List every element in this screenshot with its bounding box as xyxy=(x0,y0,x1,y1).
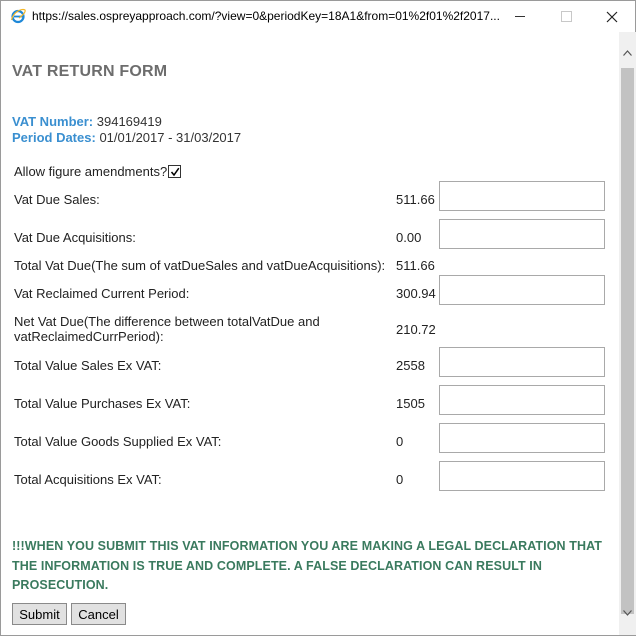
total-vat-due-label: Total Vat Due(The sum of vatDueSales and… xyxy=(14,258,386,273)
vat-due-sales-value: 511.66 xyxy=(396,192,435,207)
maximize-icon xyxy=(560,11,572,22)
window-url: https://sales.ospreyapproach.com/?view=0… xyxy=(32,9,500,23)
total-sales-ex-vat-label: Total Value Sales Ex VAT: xyxy=(14,358,162,373)
total-vat-due-value: 511.66 xyxy=(396,258,435,273)
checkmark-icon xyxy=(170,167,180,176)
total-goods-supplied-input[interactable] xyxy=(439,423,605,453)
vat-number-row: VAT Number: 394169419 xyxy=(12,114,162,129)
cancel-button[interactable]: Cancel xyxy=(71,603,126,625)
vat-due-acquisitions-value: 0.00 xyxy=(396,230,422,245)
net-vat-due-label: Net Vat Due(The difference between total… xyxy=(14,314,320,344)
total-goods-supplied-value: 0 xyxy=(396,434,404,449)
allow-amendments-label: Allow figure amendments? xyxy=(14,164,168,179)
vertical-scrollbar[interactable] xyxy=(619,32,636,635)
total-acquisitions-label: Total Acquisitions Ex VAT: xyxy=(14,472,162,487)
title-bar: https://sales.ospreyapproach.com/?view=0… xyxy=(1,1,635,32)
internet-explorer-icon xyxy=(10,8,26,24)
vat-due-acquisitions-label: Vat Due Acquisitions: xyxy=(14,230,136,245)
close-button[interactable] xyxy=(589,1,635,32)
period-dates-row: Period Dates: 01/01/2017 - 31/03/2017 xyxy=(12,130,241,145)
period-dates-value: 01/01/2017 - 31/03/2017 xyxy=(99,130,242,145)
vat-reclaimed-input[interactable] xyxy=(439,275,605,305)
vat-due-sales-input[interactable] xyxy=(439,181,605,211)
vat-number-label: VAT Number: xyxy=(12,114,94,129)
vat-due-sales-label: Vat Due Sales: xyxy=(14,192,100,207)
form-content: VAT RETURN FORM VAT Number: 394169419 Pe… xyxy=(1,32,619,635)
net-vat-due-value: 210.72 xyxy=(396,322,436,337)
submit-button[interactable]: Submit xyxy=(12,603,67,625)
total-purchases-ex-vat-label: Total Value Purchases Ex VAT: xyxy=(14,396,191,411)
popup-window: https://sales.ospreyapproach.com/?view=0… xyxy=(0,0,636,636)
scroll-thumb[interactable] xyxy=(621,68,634,614)
total-acquisitions-input[interactable] xyxy=(439,461,605,491)
close-icon xyxy=(606,11,618,22)
page-title: VAT RETURN FORM xyxy=(12,63,168,80)
maximize-button[interactable] xyxy=(543,1,589,32)
total-sales-ex-vat-input[interactable] xyxy=(439,347,605,377)
total-purchases-ex-vat-value: 1505 xyxy=(396,396,425,411)
scroll-up-icon[interactable] xyxy=(619,44,636,61)
minimize-icon xyxy=(515,16,525,17)
allow-amendments-row: Allow figure amendments? xyxy=(14,164,182,179)
vat-reclaimed-label: Vat Reclaimed Current Period: xyxy=(14,286,190,301)
minimize-button[interactable] xyxy=(497,1,543,32)
vat-number-value: 394169419 xyxy=(96,114,162,129)
vat-reclaimed-value: 300.94 xyxy=(396,286,436,301)
total-sales-ex-vat-value: 2558 xyxy=(396,358,425,373)
total-acquisitions-value: 0 xyxy=(396,472,404,487)
vat-due-acquisitions-input[interactable] xyxy=(439,219,605,249)
period-dates-label: Period Dates: xyxy=(12,130,96,145)
total-purchases-ex-vat-input[interactable] xyxy=(439,385,605,415)
allow-amendments-checkbox[interactable] xyxy=(168,165,182,178)
scroll-down-icon[interactable] xyxy=(619,604,636,621)
legal-declaration-text: !!!WHEN YOU SUBMIT THIS VAT INFORMATION … xyxy=(12,539,603,592)
total-goods-supplied-label: Total Value Goods Supplied Ex VAT: xyxy=(14,434,222,449)
